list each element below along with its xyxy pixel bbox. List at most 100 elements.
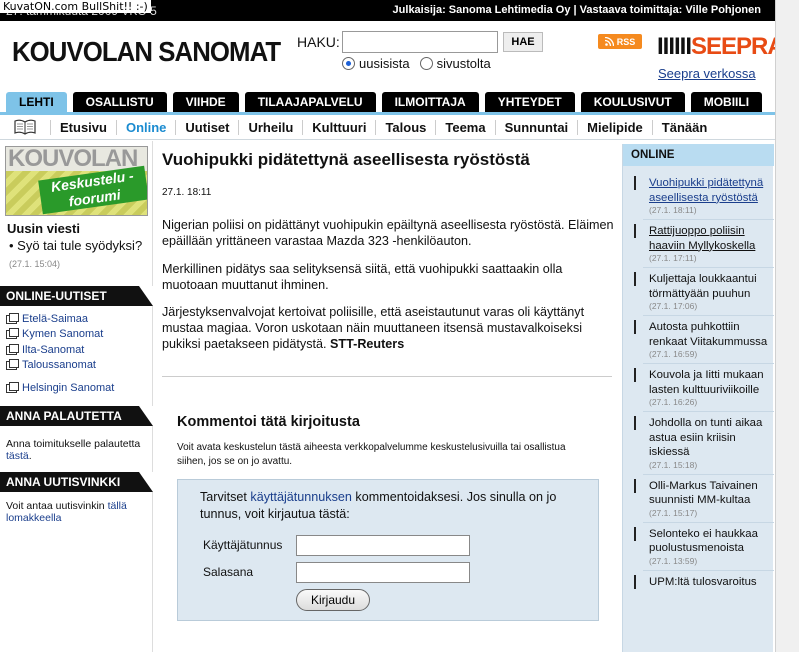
seepra-logo[interactable]: IIIIIISEEPRA (657, 33, 785, 61)
external-window-icon (6, 312, 19, 324)
online-news-headline[interactable]: Kuljettaja loukkaantui törmättyään puuhu… (649, 273, 757, 300)
online-news-headline[interactable]: Olli-Markus Taivainen suunnisti MM-kulta… (649, 480, 758, 507)
online-news-item[interactable]: Autosta puhkottiin renkaat Viitakummussa… (623, 316, 774, 363)
latest-post-time: (27.1. 15:04) (9, 259, 61, 269)
forum-banner[interactable]: KOUVOLAN S Keskustelu -foorumi (5, 146, 148, 216)
subnav-sunnuntai[interactable]: Sunnuntai (494, 119, 578, 135)
online-news-item[interactable]: Olli-Markus Taivainen suunnisti MM-kulta… (623, 475, 774, 522)
link-helsingin-sanomat[interactable]: Helsingin Sanomat (6, 381, 114, 394)
online-news-item[interactable]: Vuohipukki pidätettynä aseellisesta ryös… (623, 172, 774, 219)
link-ilta-sanomat[interactable]: Ilta-Sanomat (6, 343, 84, 356)
site-logo[interactable]: KOUVOLAN SANOMAT (12, 36, 281, 68)
search-input[interactable] (342, 31, 498, 53)
online-news-time: (27.1. 15:18) (649, 459, 698, 470)
login-button[interactable]: Kirjaudu (296, 589, 370, 611)
rss-button[interactable]: RSS (598, 34, 642, 49)
online-news-time: (27.1. 17:11) (649, 253, 697, 263)
online-news-time: (27.1. 16:26) (649, 397, 698, 407)
online-news-headline[interactable]: Selonteko ei haukkaa puolustusmenoista (649, 528, 758, 555)
online-news-time: (27.1. 15:17) (649, 507, 698, 518)
link-taloussanomat[interactable]: Taloussanomat (6, 358, 96, 371)
radio-news-label[interactable]: uusisista (359, 56, 410, 71)
news-tip-text: Voit antaa uutisvinkin tällä lomakkeella (6, 500, 151, 524)
external-window-icon (6, 327, 19, 339)
seepra-link[interactable]: Seepra verkossa (658, 66, 756, 81)
subnav-teema[interactable]: Teema (435, 119, 494, 135)
external-window-icon (6, 381, 19, 393)
external-window-icon (6, 358, 19, 370)
feedback-link[interactable]: tästä (6, 450, 29, 462)
search-button[interactable]: HAE (503, 32, 543, 52)
online-news-header: ONLINE-UUTISET (0, 286, 153, 306)
subnav-urheilu[interactable]: Urheilu (238, 119, 302, 135)
subnav-kulttuuri[interactable]: Kulttuuri (302, 119, 375, 135)
online-news-headline[interactable]: Rattijuoppo poliisin haaviin Myllykoskel… (649, 225, 755, 252)
login-box: Tarvitset käyttäjätunnuksen kommentoidak… (177, 479, 599, 621)
article-paragraph-3: Järjestyksenvalvojat kertoivat poliisill… (162, 304, 614, 352)
tab-lehti[interactable]: LEHTI (6, 92, 67, 112)
feedback-text-body: Anna toimitukselle palautetta (6, 438, 141, 450)
watermark: KuvatON.com BullShit!! :-) (0, 0, 151, 13)
publisher-info: Julkaisija: Sanoma Lehtimedia Oy | Vasta… (392, 4, 761, 16)
article-title: Vuohipukki pidätettynä aseellisesta ryös… (162, 150, 530, 169)
login-intro-a: Tarvitset (200, 490, 251, 504)
online-news-item[interactable]: Kuljettaja loukkaantui törmättyään puuhu… (623, 268, 774, 315)
seepra-logo-bars: IIIIII (657, 33, 692, 60)
username-register-link[interactable]: käyttäjätunnuksen (250, 490, 352, 504)
subnav-talous[interactable]: Talous (375, 119, 435, 135)
subnav-tanaan[interactable]: Tänään (651, 119, 717, 135)
online-news-sidebar: ONLINE Vuohipukki pidätettynä aseellises… (622, 144, 774, 652)
link-helsingin-sanomat-text[interactable]: Helsingin Sanomat (22, 382, 114, 394)
subnav-mielipide[interactable]: Mielipide (577, 119, 652, 135)
article-date: 27.1. 18:11 (162, 187, 212, 198)
radio-site[interactable] (419, 57, 433, 70)
tab-viihde[interactable]: VIIHDE (172, 92, 239, 112)
tab-yhteydet[interactable]: YHTEYDET (484, 92, 575, 112)
link-kymen-sanomat-text[interactable]: Kymen Sanomat (22, 328, 103, 340)
radio-news[interactable] (342, 57, 355, 70)
radio-site-label[interactable]: sivustolta (437, 56, 491, 71)
subnav-uutiset[interactable]: Uutiset (175, 119, 238, 135)
subnav-online[interactable]: Online (115, 119, 175, 135)
online-news-item[interactable]: Kouvola ja Iitti mukaan lasten kulttuuri… (623, 364, 774, 411)
article-paragraph-1: Nigerian poliisi on pidättänyt vuohipuki… (162, 218, 614, 248)
link-etela-saimaa[interactable]: Etelä-Saimaa (6, 312, 88, 325)
online-news-item[interactable]: Selonteko ei haukkaa puolustusmenoista (2… (623, 523, 774, 570)
login-intro: Tarvitset käyttäjätunnuksen kommentoidak… (200, 489, 590, 523)
username-field[interactable] (296, 535, 470, 556)
online-news-headline[interactable]: Kouvola ja Iitti mukaan lasten kulttuuri… (649, 369, 764, 396)
online-news-headline[interactable]: Vuohipukki pidätettynä aseellisesta ryös… (649, 177, 763, 204)
tab-ilmoittaja[interactable]: ILMOITTAJA (381, 92, 479, 112)
feedback-text: Anna toimitukselle palautetta tästä. (6, 438, 151, 462)
online-news-headline[interactable]: UPM:ltä tulosvaroitus (649, 576, 757, 588)
tab-osallistu[interactable]: OSALLISTU (72, 92, 167, 112)
feedback-header: ANNA PALAUTETTA (0, 406, 153, 426)
online-news-item[interactable]: UPM:ltä tulosvaroitus (623, 571, 774, 594)
page-scrollbar[interactable] (775, 0, 799, 652)
link-kymen-sanomat[interactable]: Kymen Sanomat (6, 327, 103, 340)
online-news-item[interactable]: Rattijuoppo poliisin haaviin Myllykoskel… (623, 220, 774, 267)
rss-icon (604, 37, 614, 46)
feedback-text-end: . (28, 450, 32, 462)
book-icon[interactable] (14, 119, 36, 135)
article-divider (162, 376, 612, 377)
link-ilta-sanomat-text[interactable]: Ilta-Sanomat (22, 344, 84, 356)
online-news-time: (27.1. 18:11) (649, 205, 697, 215)
latest-post-bullet: • (9, 238, 18, 253)
online-news-time: (27.1. 16:59) (649, 349, 698, 359)
article-source: STT-Reuters (330, 337, 405, 351)
latest-post-text[interactable]: Syö tai tule syödyksi? (17, 238, 142, 253)
password-field[interactable] (296, 562, 470, 583)
online-news-item[interactable]: Johdolla on tunti aikaa astua esiin krii… (623, 412, 774, 474)
comment-title: Kommentoi tätä kirjoitusta (177, 414, 360, 430)
online-news-headline[interactable]: Johdolla on tunti aikaa astua esiin krii… (649, 417, 762, 458)
latest-post[interactable]: • Syö tai tule syödyksi? (27.1. 15:04) (9, 237, 149, 273)
tab-koulusivut[interactable]: KOULUSIVUT (580, 92, 685, 112)
online-news-time: (27.1. 13:59) (649, 555, 698, 566)
link-taloussanomat-text[interactable]: Taloussanomat (22, 359, 96, 371)
link-etela-saimaa-text[interactable]: Etelä-Saimaa (22, 313, 88, 325)
online-news-headline[interactable]: Autosta puhkottiin renkaat Viitakummussa (649, 321, 767, 348)
subnav-etusivu[interactable]: Etusivu (50, 119, 116, 135)
tab-tilaajapalvelu[interactable]: TILAAJAPALVELU (244, 92, 376, 112)
tab-mobiili[interactable]: MOBIILI (690, 92, 763, 112)
